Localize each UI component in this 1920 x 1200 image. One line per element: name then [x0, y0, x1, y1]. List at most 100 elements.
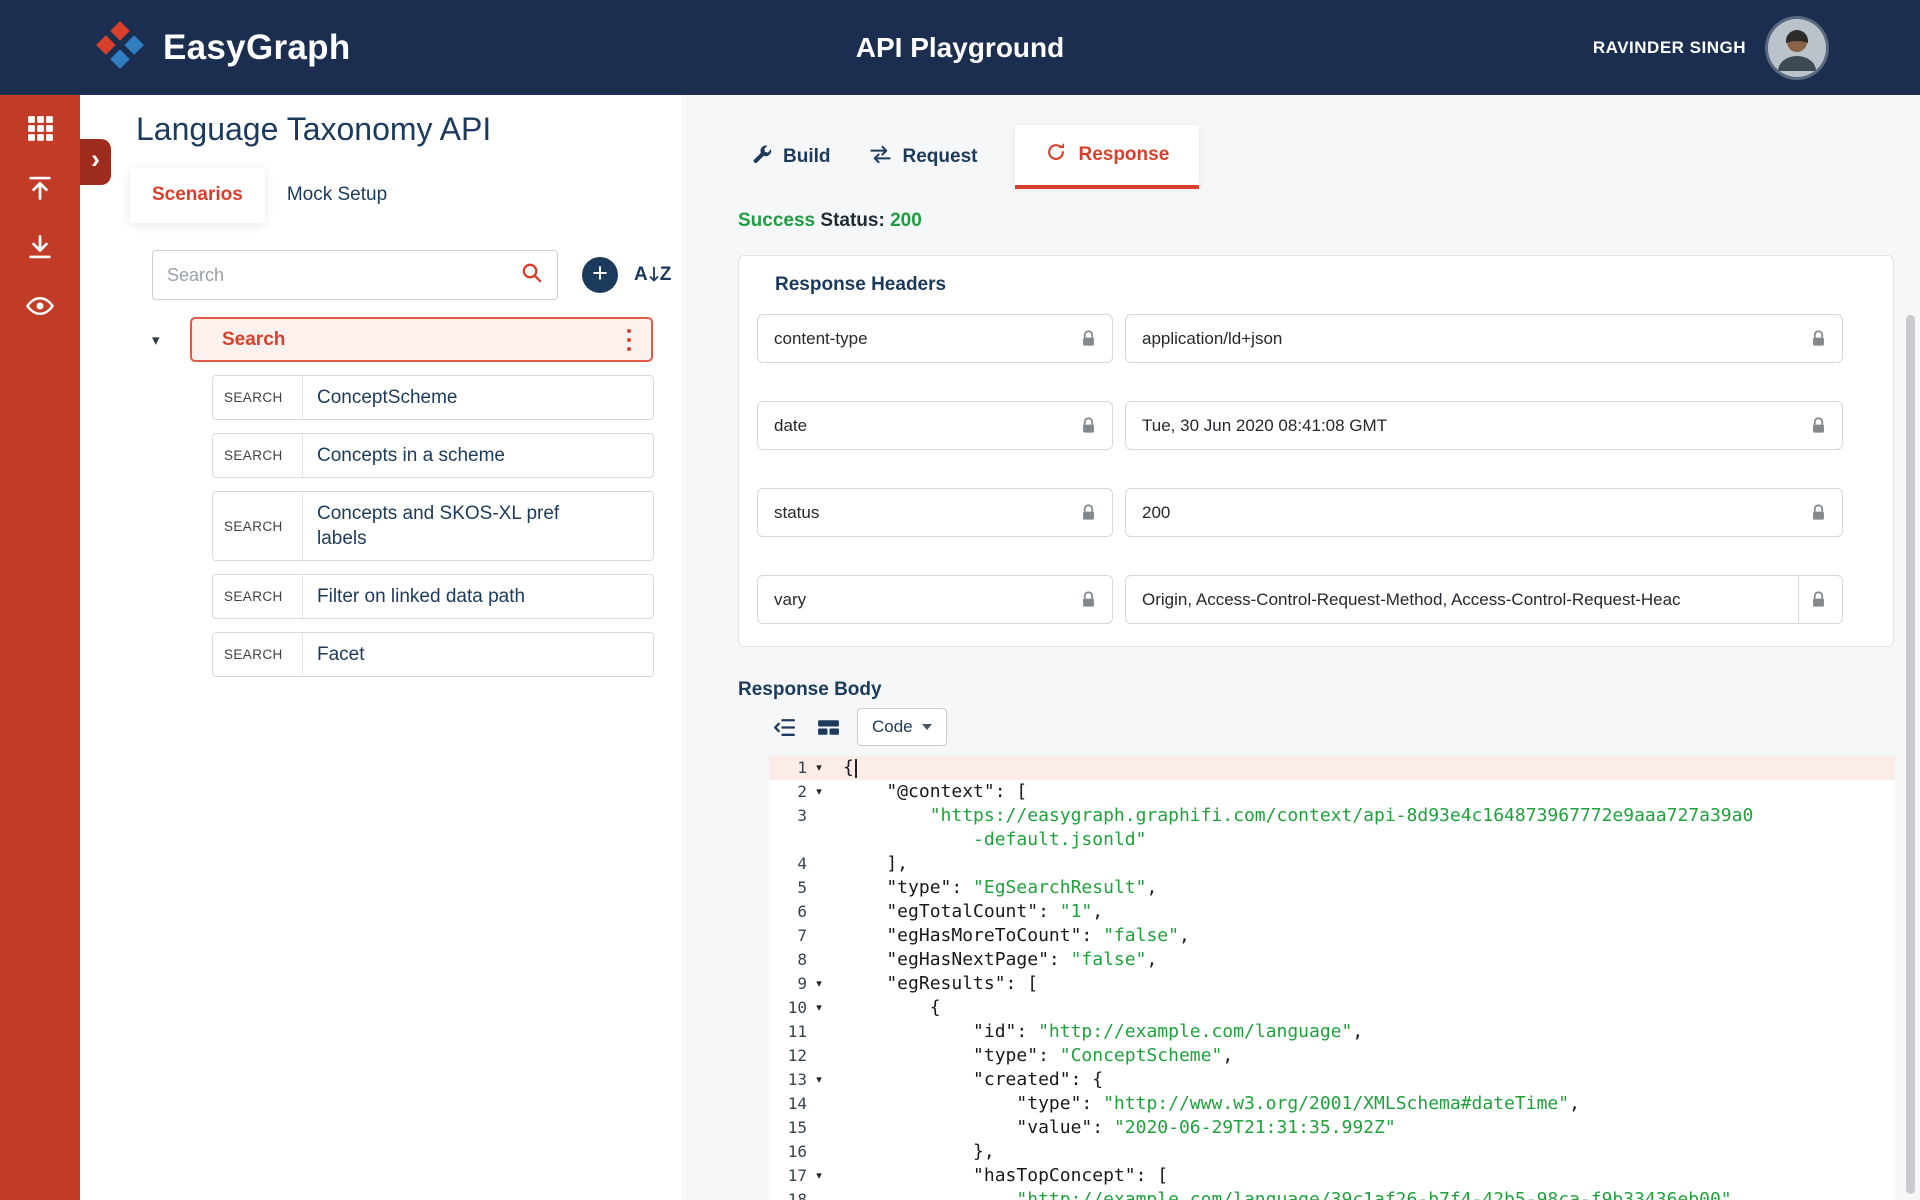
- header-value-field[interactable]: Origin, Access-Control-Request-Method, A…: [1125, 575, 1843, 624]
- code-view-dropdown[interactable]: Code: [857, 708, 947, 746]
- header-value-field[interactable]: Tue, 30 Jun 2020 08:41:08 GMT: [1125, 401, 1843, 450]
- fold-caret-icon[interactable]: [807, 1188, 831, 1200]
- code-line[interactable]: 7 "egHasMoreToCount": "false",: [769, 924, 1895, 948]
- fold-caret-icon[interactable]: [807, 1116, 831, 1140]
- search-input[interactable]: [167, 265, 520, 286]
- vertical-scrollbar[interactable]: [1906, 315, 1915, 1194]
- scenario-label: Concepts in a scheme: [317, 443, 505, 468]
- header-value-field[interactable]: application/ld+json: [1125, 314, 1843, 363]
- code-line[interactable]: 8 "egHasNextPage": "false",: [769, 948, 1895, 972]
- fold-caret-icon[interactable]: ▾: [807, 1068, 831, 1092]
- brand[interactable]: EasyGraph: [94, 0, 351, 95]
- gutter: 13▾: [769, 1068, 831, 1092]
- code-line[interactable]: 18 "http://example.com/language/39c1af26…: [769, 1188, 1895, 1200]
- easygraph-logo-icon: [94, 19, 146, 76]
- fold-caret-icon[interactable]: [807, 1044, 831, 1068]
- scenario-group[interactable]: Search: [190, 317, 653, 362]
- layout-columns-icon[interactable]: [813, 712, 843, 742]
- code-line[interactable]: 4 ],: [769, 852, 1895, 876]
- collapse-panel-button[interactable]: ›: [80, 139, 111, 185]
- fold-caret-icon[interactable]: ▾: [807, 756, 831, 780]
- code-text: "egHasNextPage": "false",: [831, 948, 1157, 972]
- gutter: 9▾: [769, 972, 831, 996]
- scenario-item[interactable]: SEARCHFilter on linked data path: [212, 574, 654, 619]
- fold-caret-icon[interactable]: ▾: [807, 972, 831, 996]
- header-name-field[interactable]: content-type: [757, 314, 1113, 363]
- apps-grid-icon[interactable]: [0, 99, 80, 158]
- scenario-item[interactable]: SEARCHConcepts in a scheme: [212, 433, 654, 478]
- code-line[interactable]: 14 "type": "http://www.w3.org/2001/XMLSc…: [769, 1092, 1895, 1116]
- header-row: date Tue, 30 Jun 2020 08:41:08 GMT: [757, 401, 1843, 450]
- exchange-arrows-icon: [869, 143, 892, 172]
- code-line[interactable]: 6 "egTotalCount": "1",: [769, 900, 1895, 924]
- fold-caret-icon[interactable]: [807, 924, 831, 948]
- code-text: "value": "2020-06-29T21:31:35.992Z": [831, 1116, 1396, 1140]
- search-icon[interactable]: [520, 261, 543, 289]
- scenario-type-badge: SEARCH: [213, 575, 303, 618]
- fold-caret-icon[interactable]: [807, 828, 831, 852]
- tab-build-label: Build: [783, 146, 831, 168]
- tab-request[interactable]: Request: [869, 125, 978, 189]
- code-line[interactable]: 15 "value": "2020-06-29T21:31:35.992Z": [769, 1116, 1895, 1140]
- fold-caret-icon[interactable]: ▾: [807, 1164, 831, 1188]
- header-name-field[interactable]: vary: [757, 575, 1113, 624]
- code-text: },: [831, 1140, 995, 1164]
- fold-caret-icon[interactable]: [807, 900, 831, 924]
- scenario-label: Facet: [317, 642, 365, 667]
- code-line[interactable]: 3 "https://easygraph.graphifi.com/contex…: [769, 804, 1895, 828]
- header-name-field[interactable]: status: [757, 488, 1113, 537]
- search-field[interactable]: [152, 250, 558, 300]
- format-indent-icon[interactable]: [769, 712, 799, 742]
- response-body-toolbar: Code: [769, 708, 947, 746]
- playground-main: Build Request Response Success Status:: [685, 95, 1920, 1200]
- download-icon[interactable]: [0, 217, 80, 276]
- add-scenario-button[interactable]: +: [582, 257, 618, 293]
- code-line[interactable]: 10▾ {: [769, 996, 1895, 1020]
- scenario-item[interactable]: SEARCHConcepts and SKOS-XL pref labels: [212, 491, 654, 561]
- code-line[interactable]: 13▾ "created": {: [769, 1068, 1895, 1092]
- user-menu[interactable]: RAVINDER SINGH: [1593, 0, 1826, 95]
- code-line[interactable]: 5 "type": "EgSearchResult",: [769, 876, 1895, 900]
- tab-mock-setup[interactable]: Mock Setup: [265, 167, 409, 223]
- fold-caret-icon[interactable]: [807, 1020, 831, 1044]
- code-line[interactable]: 2▾ "@context": [: [769, 780, 1895, 804]
- code-line[interactable]: 9▾ "egResults": [: [769, 972, 1895, 996]
- header-value-field[interactable]: 200: [1125, 488, 1843, 537]
- caret-down-icon[interactable]: ▾: [152, 331, 190, 349]
- fold-caret-icon[interactable]: ▾: [807, 996, 831, 1020]
- tab-build[interactable]: Build: [751, 125, 831, 189]
- code-line[interactable]: 11 "id": "http://example.com/language",: [769, 1020, 1895, 1044]
- panel-tabs: Scenarios Mock Setup: [130, 167, 409, 223]
- plus-icon: +: [592, 258, 608, 289]
- fold-caret-icon[interactable]: [807, 852, 831, 876]
- scenario-item[interactable]: SEARCHConceptScheme: [212, 375, 654, 420]
- scenario-item[interactable]: SEARCHFacet: [212, 632, 654, 677]
- fold-caret-icon[interactable]: [807, 948, 831, 972]
- fold-caret-icon[interactable]: [807, 804, 831, 828]
- sort-letter-z: Z: [660, 264, 672, 286]
- code-line[interactable]: 12 "type": "ConceptScheme",: [769, 1044, 1895, 1068]
- fold-caret-icon[interactable]: [807, 1140, 831, 1164]
- code-line[interactable]: 16 },: [769, 1140, 1895, 1164]
- kebab-menu-icon[interactable]: [623, 324, 635, 355]
- header-name-field[interactable]: date: [757, 401, 1113, 450]
- lock-icon: [1081, 504, 1096, 522]
- code-text: {: [831, 996, 941, 1020]
- chevron-down-icon: [922, 724, 932, 730]
- avatar[interactable]: [1768, 19, 1826, 77]
- code-line[interactable]: 17▾ "hasTopConcept": [: [769, 1164, 1895, 1188]
- tab-scenarios[interactable]: Scenarios: [130, 167, 265, 223]
- fold-caret-icon[interactable]: [807, 876, 831, 900]
- code-line[interactable]: -default.jsonld": [769, 828, 1895, 852]
- fold-caret-icon[interactable]: [807, 1092, 831, 1116]
- sort-alpha-button[interactable]: A Z: [634, 264, 671, 286]
- line-number: 15: [769, 1116, 807, 1140]
- upload-icon[interactable]: [0, 158, 80, 217]
- code-editor[interactable]: 1▾{2▾ "@context": [3 "https://easygraph.…: [769, 756, 1895, 1200]
- header-value: 200: [1142, 503, 1801, 523]
- tab-response[interactable]: Response: [1015, 125, 1199, 189]
- preview-eye-icon[interactable]: [0, 276, 80, 335]
- header-name: date: [774, 416, 1071, 436]
- fold-caret-icon[interactable]: ▾: [807, 780, 831, 804]
- code-line[interactable]: 1▾{: [769, 756, 1895, 780]
